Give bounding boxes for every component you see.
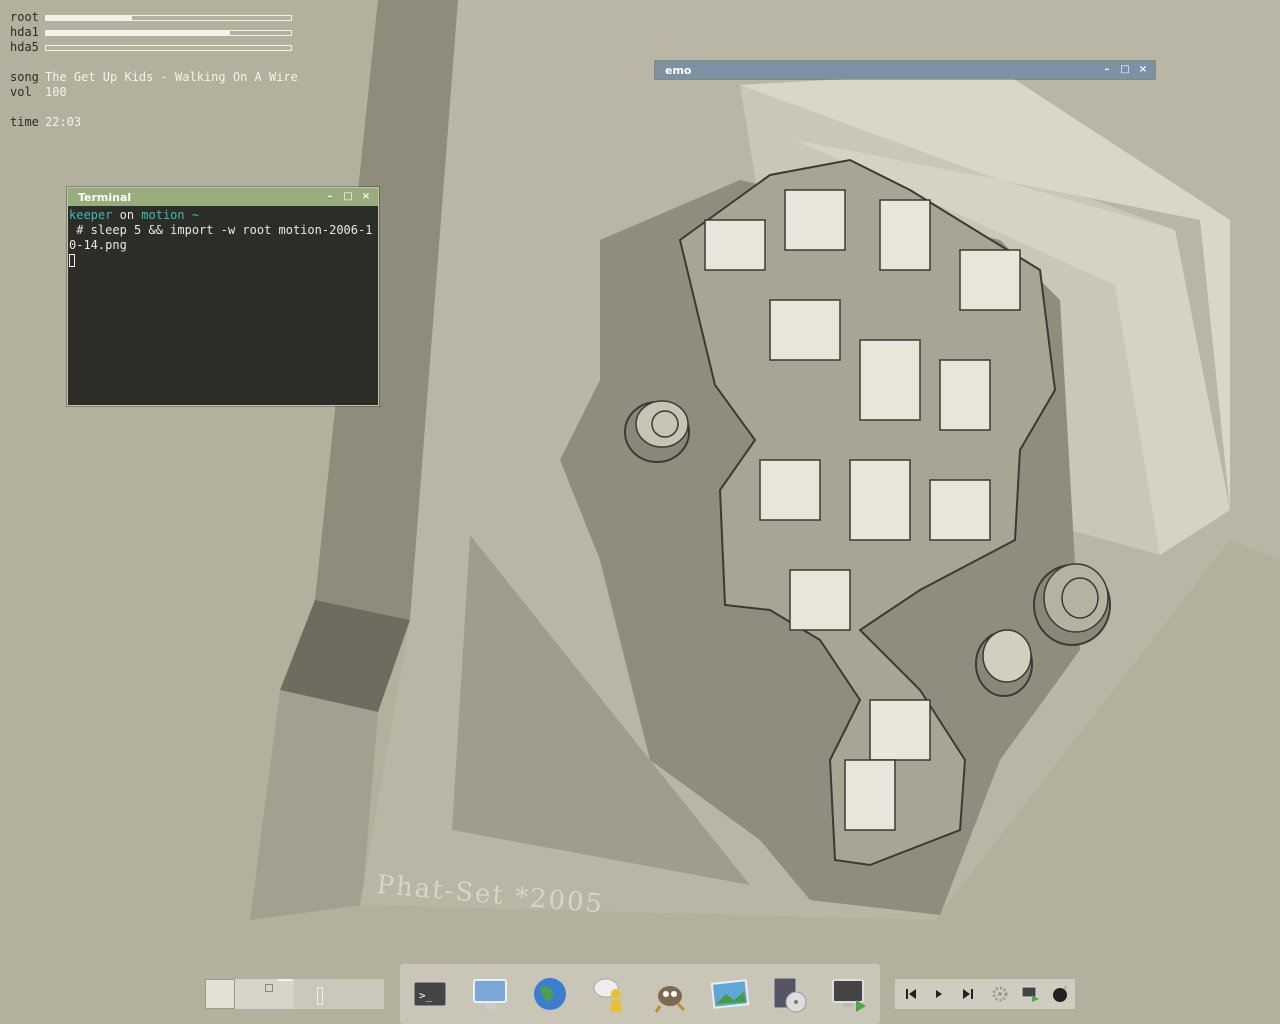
desktop-3[interactable] [294,979,384,1009]
window-title: Terminal [78,190,132,204]
svg-text:>_: >_ [419,989,433,1002]
terminal-titlebar[interactable]: Terminal – □ × [68,188,378,206]
next-track-icon [963,989,973,999]
song-label: song [10,70,39,84]
image-viewer-launcher[interactable] [710,974,750,1014]
text-cursor [69,254,75,267]
disk-row-root: root [10,10,310,25]
bomb-icon [1053,985,1068,1002]
media-player-icon [773,977,807,1013]
clock-value: 22:03 [45,115,82,129]
disk-row-hda1: hda1 [10,25,310,40]
globe-icon [534,978,566,1010]
browser-launcher[interactable] [530,974,570,1014]
gear-icon [992,986,1008,1002]
song-title: The Get Up Kids - Walking On A Wire [45,70,298,84]
close-button[interactable]: × [1137,64,1149,76]
volume-row: vol 100 [10,85,310,100]
screen-icon [1021,986,1039,1002]
emo-titlebar[interactable]: emo – □ × [655,61,1155,79]
system-monitor: root hda1 hda5 song The Get Up Kids - Wa… [10,10,310,130]
disk-label: hda1 [10,25,39,39]
window-title: emo [665,63,692,77]
terminal-command: # sleep 5 && import -w root motion-2006-… [69,223,373,252]
prompt-on: on [119,208,135,222]
chat-launcher[interactable] [590,974,630,1014]
prompt-user: keeper [69,208,113,222]
minimize-button[interactable]: – [1101,64,1113,76]
previous-track-icon [906,989,916,999]
gimp-launcher[interactable] [650,974,690,1014]
terminal-window[interactable]: Terminal – □ × keeper on motion ~ # slee… [67,187,379,406]
remote-desktop-launcher[interactable] [830,974,870,1014]
emo-window[interactable]: emo – □ × [655,61,1155,79]
disk-label: root [10,10,39,24]
terminal-launcher[interactable]: >_ [410,974,450,1014]
disk-usage-bar [45,44,292,51]
terminal-output[interactable]: keeper on motion ~ # sleep 5 && import -… [68,206,378,270]
image-viewer-icon [710,979,750,1009]
media-controls [895,979,1075,1009]
chat-icon [593,978,622,1012]
media-player-launcher[interactable] [770,974,810,1014]
disk-usage-bar [45,29,292,36]
computer-launcher[interactable] [470,974,510,1014]
now-playing-row: song The Get Up Kids - Walking On A Wire [10,70,310,85]
remote-desktop-icon [832,979,866,1012]
shell-prompt: keeper on motion ~ [69,208,377,223]
terminal-icon: >_ [413,981,447,1007]
vol-label: vol [10,85,32,99]
computer-icon [473,979,507,1009]
disk-label: hda5 [10,40,39,54]
disk-row-hda5: hda5 [10,40,310,55]
maximize-button[interactable]: □ [342,191,354,203]
close-button[interactable]: × [360,191,372,203]
prompt-host: motion [141,208,185,222]
maximize-button[interactable]: □ [1119,64,1131,76]
application-dock: >_ [400,964,880,1024]
settings-button[interactable] [990,985,1010,1003]
previous-track-button[interactable] [901,985,921,1003]
play-button[interactable] [929,985,949,1003]
clock-row: time 22:03 [10,115,310,130]
desktop-pager [205,979,384,1009]
time-label: time [10,115,39,129]
bomb-button[interactable] [1050,985,1070,1003]
screen-button[interactable] [1020,985,1040,1003]
desktop-2[interactable] [235,979,294,1009]
disk-usage-bar [45,14,292,21]
prompt-dir: ~ [191,208,200,222]
next-track-button[interactable] [958,985,978,1003]
desktop-1[interactable] [205,979,235,1009]
volume-value: 100 [45,85,67,99]
desktop-wallpaper [0,0,1280,1024]
play-icon [936,990,942,998]
gimp-icon [654,986,686,1013]
minimize-button[interactable]: – [324,191,336,203]
